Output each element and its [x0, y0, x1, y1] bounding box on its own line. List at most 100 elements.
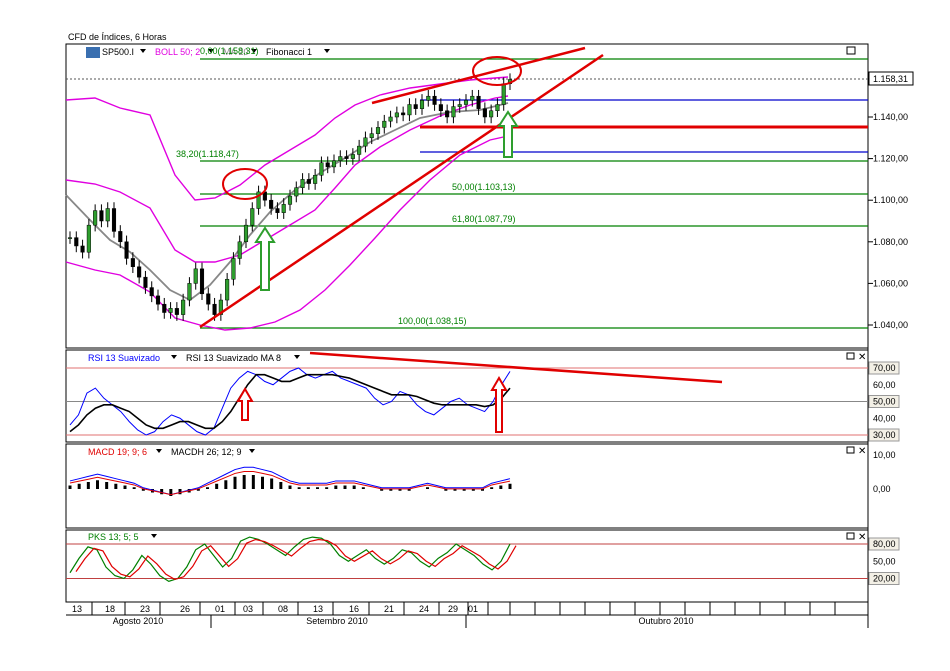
- x-axis-day-label: 13: [313, 604, 323, 614]
- candle-body: [294, 187, 299, 197]
- candle-body: [237, 241, 242, 259]
- macd-panel-close-icon[interactable]: ✕: [858, 446, 866, 457]
- candle-body: [344, 156, 349, 159]
- y-axis-tick-label: 1.060,00: [873, 278, 908, 288]
- candle-body: [193, 268, 198, 284]
- candle-body: [363, 137, 368, 147]
- candle-body: [143, 276, 148, 288]
- y-axis-tick-label: 1.080,00: [873, 237, 908, 247]
- candle-body: [206, 293, 211, 305]
- x-axis-day-label: 01: [468, 604, 478, 614]
- x-axis-day-label: 23: [140, 604, 150, 614]
- candle-body: [501, 83, 506, 105]
- main-panel-maximize-button[interactable]: [846, 46, 856, 55]
- candle-body: [357, 145, 362, 155]
- pks-panel[interactable]: [65, 529, 869, 603]
- instrument-icon: [86, 47, 100, 58]
- pks-panel-maximize-button[interactable]: [846, 532, 855, 540]
- fibonacci-level-label: 38,20(1.118,47): [176, 149, 239, 159]
- candle-body: [231, 258, 236, 280]
- rsi-panel-close-icon[interactable]: ✕: [858, 352, 866, 363]
- candle-body: [369, 133, 374, 139]
- candle-body: [489, 110, 494, 118]
- candle-body: [93, 210, 98, 226]
- candle-body: [99, 210, 104, 222]
- candle-body: [401, 112, 406, 116]
- candle-body: [199, 268, 205, 295]
- rsi-y-tick-label: 30,00: [873, 430, 896, 440]
- candle-body: [382, 120, 387, 128]
- candle-body: [281, 204, 286, 213]
- legend-item: MACD 19; 9; 6: [88, 447, 147, 457]
- pks-y-tick-label: 80,00: [873, 539, 896, 549]
- candle-body: [181, 299, 186, 315]
- x-axis-day-label: 01: [215, 604, 225, 614]
- fibonacci-level-label: 61,80(1.087,79): [452, 214, 516, 224]
- candle-body: [432, 95, 437, 105]
- candle-body: [438, 104, 443, 112]
- candle-body: [168, 308, 173, 313]
- macd-legend: MACD 19; 9; 6 MACDH 26; 12; 9: [88, 447, 255, 457]
- candle-body: [313, 174, 318, 184]
- candle-body: [331, 160, 337, 168]
- legend-item: SP500.I: [102, 47, 134, 57]
- pks-panel-close-icon[interactable]: ✕: [858, 532, 866, 543]
- candle-body: [338, 156, 343, 161]
- x-axis-day-label: 03: [243, 604, 253, 614]
- y-axis-tick-label: 1.140,00: [873, 112, 908, 122]
- x-axis-month-label: Setembro 2010: [306, 616, 368, 626]
- candle-body: [162, 303, 167, 313]
- macd-panel-maximize-button[interactable]: [846, 446, 855, 454]
- x-axis-day-label: 21: [384, 604, 394, 614]
- candle-body: [426, 95, 431, 101]
- candle-body: [325, 162, 330, 168]
- legend-item: Fibonacci 1: [266, 47, 312, 57]
- fibonacci-level-label: 50,00(1.103,13): [452, 182, 516, 192]
- candle-body: [269, 199, 274, 209]
- candle-body: [451, 106, 456, 118]
- x-axis-day-label: 26: [180, 604, 190, 614]
- candle-body: [118, 231, 123, 243]
- rsi-y-tick-label: 50,00: [873, 397, 896, 407]
- x-axis-day-label: 18: [105, 604, 115, 614]
- candle-body: [212, 303, 217, 315]
- candle-body: [457, 104, 462, 107]
- candle-body: [476, 95, 481, 109]
- candle-body: [463, 100, 469, 105]
- macd-y-tick-label: 10,00: [873, 450, 896, 460]
- candle-body: [350, 154, 355, 159]
- x-axis-day-label: 08: [278, 604, 288, 614]
- candle-body: [470, 95, 475, 101]
- candle-body: [130, 258, 135, 268]
- rsi-y-tick-label: 60,00: [873, 380, 896, 390]
- x-axis-day-label: 16: [349, 604, 359, 614]
- candle-body: [495, 104, 500, 112]
- rsi-y-tick-label: 40,00: [873, 413, 896, 423]
- candle-body: [413, 104, 418, 109]
- pks-y-tick-label: 50,00: [873, 556, 896, 566]
- x-axis-day-label: 24: [419, 604, 429, 614]
- candle-body: [394, 112, 399, 118]
- candle-body: [74, 237, 79, 247]
- candle-body: [111, 208, 117, 232]
- candle-body: [86, 224, 91, 253]
- candle-body: [149, 287, 154, 297]
- candle-body: [137, 266, 142, 278]
- rsi-panel-maximize-button[interactable]: [846, 352, 855, 360]
- candle-body: [419, 100, 425, 109]
- candle-body: [482, 108, 487, 118]
- legend-item: MACDH 26; 12; 9: [171, 447, 242, 457]
- main-panel[interactable]: [65, 43, 869, 349]
- x-axis-day-label: 29: [448, 604, 458, 614]
- candle-body: [287, 195, 293, 205]
- candle-body: [174, 308, 179, 315]
- candle-body: [105, 208, 110, 222]
- candle-body: [225, 278, 230, 301]
- legend-item: BOLL 50; 2: [155, 47, 200, 57]
- candle-body: [187, 283, 192, 301]
- x-axis-month-label: Outubro 2010: [638, 616, 693, 626]
- candle-body: [300, 179, 305, 188]
- candle-body: [407, 104, 412, 116]
- candle-body: [306, 179, 311, 184]
- fibonacci-level-label: 0,00(1.158,31): [200, 46, 259, 56]
